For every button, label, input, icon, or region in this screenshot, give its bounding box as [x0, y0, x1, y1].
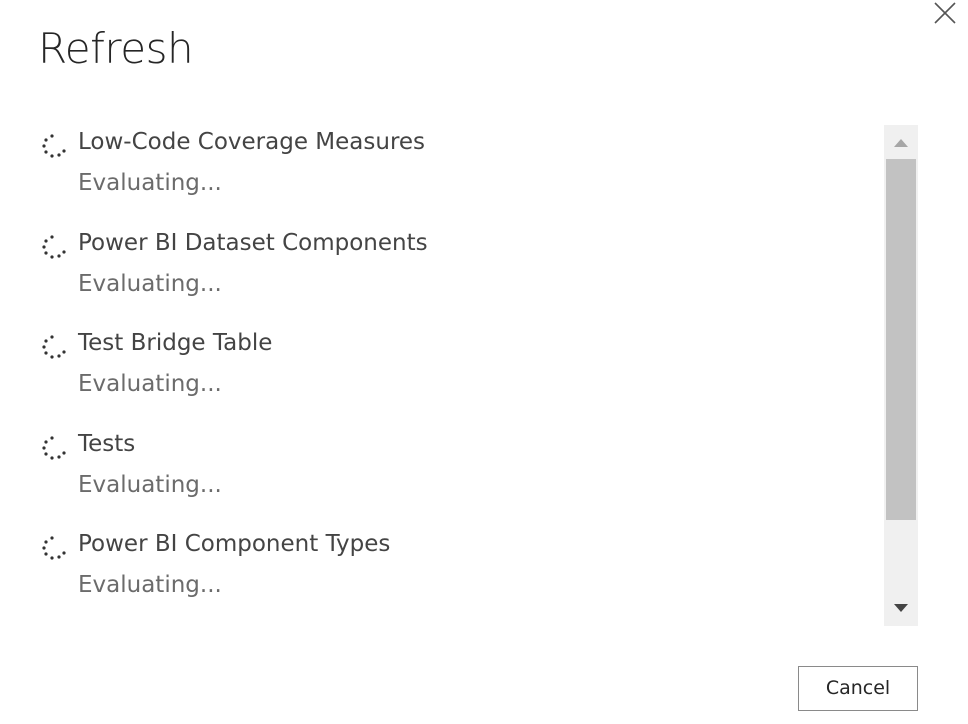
query-name: Power BI Component Types — [78, 531, 391, 557]
refresh-dialog: Refresh Low-Code Coverage Measures Evalu… — [0, 0, 968, 724]
query-name: Tests — [78, 430, 136, 457]
query-status: Evaluating... — [78, 572, 222, 598]
query-list: Low-Code Coverage Measures Evaluating...… — [36, 124, 876, 624]
query-item: Power BI Component Types Evaluating... — [36, 526, 876, 624]
loading-spinner-icon — [40, 234, 68, 262]
cancel-button[interactable]: Cancel — [798, 666, 918, 711]
scroll-up-button[interactable] — [884, 125, 918, 159]
loading-spinner-icon — [40, 133, 68, 161]
query-status: Evaluating... — [78, 170, 222, 196]
vertical-scrollbar[interactable] — [884, 125, 918, 626]
query-name: Test Bridge Table — [78, 330, 273, 356]
close-icon — [934, 2, 956, 24]
query-name: Low-Code Coverage Measures — [78, 129, 426, 155]
query-status: Evaluating... — [78, 270, 222, 297]
query-item: Low-Code Coverage Measures Evaluating... — [36, 124, 876, 225]
query-item: Test Bridge Table Evaluating... — [36, 325, 876, 426]
close-button[interactable] — [932, 0, 958, 26]
query-status: Evaluating... — [78, 371, 222, 397]
loading-spinner-icon — [40, 435, 68, 463]
scroll-down-arrow-icon — [894, 604, 908, 612]
query-status: Evaluating... — [78, 471, 222, 498]
query-name: Power BI Dataset Components — [78, 229, 428, 256]
loading-spinner-icon — [40, 535, 68, 563]
loading-spinner-icon — [40, 334, 68, 362]
scroll-down-button[interactable] — [884, 592, 918, 626]
dialog-title: Refresh — [38, 24, 194, 73]
scroll-up-arrow-icon — [894, 139, 908, 147]
query-item: Tests Evaluating... — [36, 426, 876, 527]
query-item: Power BI Dataset Components Evaluating..… — [36, 225, 876, 326]
scrollbar-thumb[interactable] — [886, 159, 916, 520]
